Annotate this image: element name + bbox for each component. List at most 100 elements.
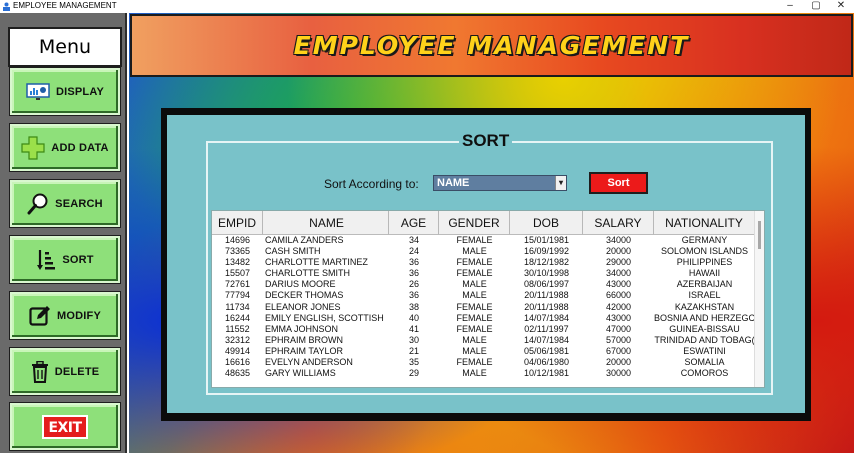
cell-empid: 73365 bbox=[224, 246, 251, 257]
cell-dob: 20/11/1988 bbox=[524, 301, 569, 312]
cell-name: CHARLOTTE MARTINEZ bbox=[265, 257, 368, 268]
cell-dob: 30/10/1998 bbox=[523, 268, 570, 279]
table-row[interactable]: 49914 EPHRAIM TAYLOR 21 MALE 05/06/1981 67000… bbox=[212, 346, 755, 357]
table-row[interactable]: 13482 CHARLOTTE MARTINEZ 36 FEMALE 18/12/198… bbox=[212, 257, 755, 268]
cell-name: EPHRAIM BROWN bbox=[265, 334, 344, 345]
cell-name: EVELYN ANDERSON bbox=[265, 357, 353, 368]
display-button[interactable]: DISPLAY bbox=[10, 68, 120, 115]
cell-gender: FEMALE bbox=[456, 257, 493, 268]
table-row[interactable]: 16244 EMILY ENGLISH, SCOTTISH 40 FEMALE 14/0… bbox=[212, 313, 755, 324]
cell-dob: 15/01/1981 bbox=[523, 235, 570, 245]
sort-icon bbox=[37, 249, 56, 270]
column-header-name[interactable]: NAME bbox=[263, 211, 389, 235]
cell-nationality: SOMALIA bbox=[684, 357, 725, 368]
page-title: EMPLOYEE MANAGEMENT bbox=[293, 31, 690, 60]
cell-dob: 10/12/1981 bbox=[523, 368, 570, 379]
cell-age: 24 bbox=[408, 246, 419, 257]
sort-criteria-select[interactable]: NAME ▾ bbox=[433, 175, 567, 191]
cell-name: EMILY ENGLISH, SCOTTISH bbox=[265, 312, 384, 323]
modify-button[interactable]: MODIFY bbox=[10, 292, 120, 339]
close-button[interactable]: ✕ bbox=[828, 0, 854, 13]
cell-nationality: AZERBAIJAN bbox=[676, 279, 733, 290]
cell-dob: 18/12/1982 bbox=[523, 257, 570, 268]
sort-criteria-label: Sort According to: bbox=[324, 177, 419, 191]
cell-age: 29 bbox=[408, 368, 419, 379]
cell-nationality: GERMANY bbox=[681, 235, 728, 245]
table-row[interactable]: 48635 GARY WILLIAMS 29 MALE 10/12/1981 30000 C… bbox=[212, 368, 755, 379]
cell-gender: MALE bbox=[462, 334, 487, 345]
column-header-nationality[interactable]: NATIONALITY bbox=[654, 211, 755, 235]
column-header-gender[interactable]: GENDER bbox=[439, 211, 510, 235]
cell-empid: 16244 bbox=[224, 312, 251, 323]
table-row[interactable]: 11552 EMMA JOHNSON 41 FEMALE 02/11/1997 47000… bbox=[212, 324, 755, 335]
sort-button[interactable]: SORT bbox=[10, 236, 120, 283]
cell-salary: 20000 bbox=[605, 246, 632, 257]
maximize-button[interactable]: ▢ bbox=[803, 0, 829, 13]
table-row[interactable]: 14696 CAMILA ZANDERS 34 FEMALE 15/01/1981 340… bbox=[212, 235, 755, 246]
sort-label: SORT bbox=[62, 253, 94, 266]
table-row[interactable]: 16616 EVELYN ANDERSON 35 FEMALE 04/06/1980 20… bbox=[212, 357, 755, 368]
cell-gender: FEMALE bbox=[456, 323, 493, 334]
table-row[interactable]: 32312 EPHRAIM BROWN 30 MALE 14/07/1984 57000 T… bbox=[212, 335, 755, 346]
cell-age: 41 bbox=[408, 323, 419, 334]
modify-label: MODIFY bbox=[57, 309, 101, 322]
cell-nationality: HAWAII bbox=[688, 268, 721, 279]
cell-empid: 15507 bbox=[224, 268, 251, 279]
cell-salary: 20000 bbox=[605, 357, 632, 368]
table-header: EMPID NAME AGE GENDER DOB SALARY NATIONA… bbox=[212, 211, 755, 235]
scrollbar-thumb[interactable] bbox=[758, 221, 761, 249]
cell-dob: 20/11/1988 bbox=[524, 290, 569, 301]
sort-submit-button[interactable]: Sort bbox=[589, 172, 648, 194]
cell-salary: 57000 bbox=[605, 334, 632, 345]
cell-salary: 34000 bbox=[605, 268, 632, 279]
cell-gender: FEMALE bbox=[456, 268, 493, 279]
cell-dob: 16/09/1992 bbox=[523, 246, 570, 257]
table-body: 14696 CAMILA ZANDERS 34 FEMALE 15/01/1981 340… bbox=[212, 235, 755, 379]
column-header-empid[interactable]: EMPID bbox=[212, 211, 263, 235]
column-header-age[interactable]: AGE bbox=[389, 211, 439, 235]
cell-name: CASH SMITH bbox=[265, 246, 321, 257]
column-header-dob[interactable]: DOB bbox=[510, 211, 583, 235]
cell-salary: 67000 bbox=[605, 345, 632, 356]
cell-name: CAMILA ZANDERS bbox=[265, 235, 344, 245]
cell-gender: FEMALE bbox=[456, 301, 493, 312]
cell-salary: 29000 bbox=[605, 257, 632, 268]
cell-nationality: BOSNIA AND HERZEGC bbox=[654, 312, 755, 323]
table-row[interactable]: 11734 ELEANOR JONES 38 FEMALE 20/11/1988 4200… bbox=[212, 302, 755, 313]
chevron-down-icon[interactable]: ▾ bbox=[555, 176, 566, 190]
cell-dob: 08/06/1997 bbox=[523, 279, 570, 290]
minimize-button[interactable]: – bbox=[777, 0, 803, 13]
table-scrollbar[interactable] bbox=[754, 211, 764, 387]
cell-age: 35 bbox=[408, 357, 419, 368]
cell-gender: FEMALE bbox=[456, 312, 493, 323]
plus-icon bbox=[21, 135, 45, 160]
cell-empid: 11734 bbox=[225, 301, 250, 312]
table-row[interactable]: 77794 DECKER THOMAS 36 MALE 20/11/1988 66000 I… bbox=[212, 290, 755, 301]
cell-nationality: ESWATINI bbox=[683, 345, 726, 356]
cell-dob: 14/07/1984 bbox=[523, 334, 570, 345]
table-row[interactable]: 72761 DARIUS MOORE 26 MALE 08/06/1997 43000 AZ… bbox=[212, 279, 755, 290]
exit-button[interactable]: EXIT bbox=[10, 403, 120, 450]
cell-gender: MALE bbox=[462, 246, 487, 257]
table-row[interactable]: 15507 CHARLOTTE SMITH 36 FEMALE 30/10/1998 34… bbox=[212, 268, 755, 279]
cell-gender: FEMALE bbox=[456, 235, 493, 245]
delete-button[interactable]: DELETE bbox=[10, 348, 120, 395]
cell-empid: 11552 bbox=[225, 323, 250, 334]
cell-nationality: PHILIPPINES bbox=[676, 257, 733, 268]
cell-age: 36 bbox=[408, 257, 419, 268]
search-button[interactable]: SEARCH bbox=[10, 180, 120, 227]
header-banner: EMPLOYEE MANAGEMENT bbox=[130, 14, 853, 77]
delete-label: DELETE bbox=[54, 365, 100, 378]
cell-empid: 16616 bbox=[224, 357, 251, 368]
cell-nationality: TRINIDAD AND TOBAG( bbox=[654, 334, 755, 345]
cell-nationality: ISRAEL bbox=[688, 290, 721, 301]
add-data-button[interactable]: ADD DATA bbox=[10, 124, 120, 171]
app-icon bbox=[3, 2, 10, 11]
display-chart-icon bbox=[26, 82, 50, 100]
cell-name: GARY WILLIAMS bbox=[265, 368, 336, 379]
cell-salary: 42000 bbox=[605, 301, 632, 312]
magnifier-icon bbox=[27, 193, 48, 214]
column-header-salary[interactable]: SALARY bbox=[583, 211, 654, 235]
table-row[interactable]: 73365 CASH SMITH 24 MALE 16/09/1992 20000 SOLO… bbox=[212, 246, 755, 257]
cell-salary: 66000 bbox=[605, 290, 632, 301]
